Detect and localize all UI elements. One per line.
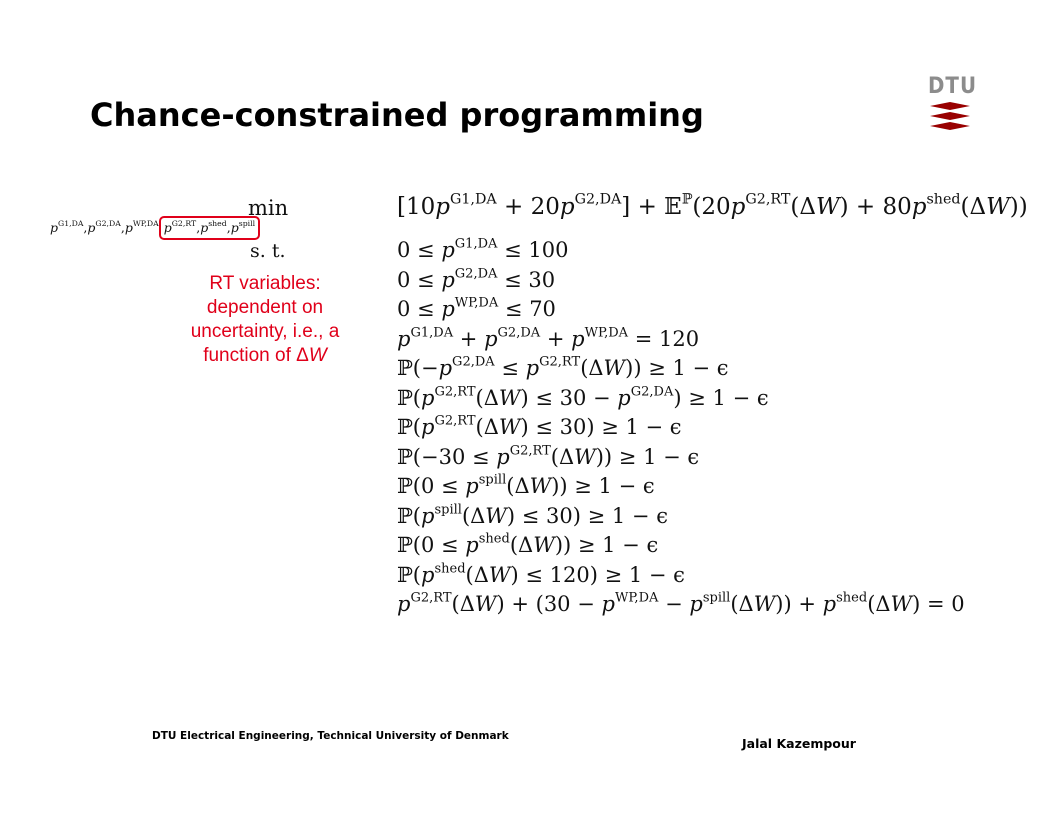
dtu-chevrons-icon	[930, 102, 970, 130]
objective-function: [10pG1,DA + 20pG2,DA] + 𝔼ℙ(20pG2,RT(ΔW) …	[397, 191, 1028, 220]
footer-author: Jalal Kazempour	[742, 736, 856, 751]
real-time-variables: pG2,RT,pshed,pspill	[163, 219, 256, 235]
logo-chevron	[930, 122, 970, 130]
constraint: ℙ(pshed(ΔW) ≤ 120) ≥ 1 − ϵ	[397, 560, 685, 587]
constraint: 0 ≤ pG2,DA ≤ 30	[397, 265, 556, 292]
constraint: 0 ≤ pWP,DA ≤ 70	[397, 295, 556, 321]
rt-variables-annotation: RT variables: dependent on uncertainty, …	[160, 272, 370, 368]
annotation-line: function of ΔW	[203, 345, 327, 366]
subject-to-label: s. t.	[250, 240, 286, 262]
day-ahead-variables: pG1,DA,pG2,DA,pWP,DA	[50, 219, 159, 235]
optimization-operator: min pG1,DA,pG2,DA,pWP,DA pG2,RT,pshed,psp…	[50, 196, 390, 266]
annotation-line: RT variables:	[209, 273, 321, 294]
constraint: pG1,DA + pG2,DA + pWP,DA = 120	[397, 324, 700, 351]
constraint: ℙ(−30 ≤ pG2,RT(ΔW)) ≥ 1 − ϵ	[397, 442, 700, 469]
dtu-logo-text: DTU	[928, 74, 978, 99]
constraint: pG2,RT(ΔW) + (30 − pWP,DA − pspill(ΔW)) …	[397, 590, 965, 616]
constraint: ℙ(−pG2,DA ≤ pG2,RT(ΔW)) ≥ 1 − ϵ	[397, 354, 729, 380]
constraint: ℙ(pspill(ΔW) ≤ 30) ≥ 1 − ϵ	[397, 501, 668, 528]
constraint: ℙ(pG2,RT(ΔW) ≤ 30 − pG2,DA) ≥ 1 − ϵ	[397, 383, 769, 410]
logo-chevron	[930, 102, 970, 110]
dtu-logo: DTU	[928, 74, 978, 132]
footer-institution: DTU Electrical Engineering, Technical Un…	[152, 730, 509, 742]
slide-title: Chance-constrained programming	[90, 96, 704, 134]
logo-chevron	[930, 112, 970, 120]
constraint: ℙ(0 ≤ pshed(ΔW)) ≥ 1 − ϵ	[397, 531, 659, 557]
constraint-list: 0 ≤ pG1,DA ≤ 100 0 ≤ pG2,DA ≤ 30 0 ≤ pWP…	[397, 236, 965, 620]
decision-variables: pG1,DA,pG2,DA,pWP,DA pG2,RT,pshed,pspill	[50, 216, 261, 240]
constraint: 0 ≤ pG1,DA ≤ 100	[397, 236, 569, 262]
constraint: ℙ(pG2,RT(ΔW) ≤ 30) ≥ 1 − ϵ	[397, 413, 682, 439]
annotation-line: uncertainty, i.e., a	[190, 321, 340, 342]
constraint: ℙ(0 ≤ pspill(ΔW)) ≥ 1 − ϵ	[397, 472, 655, 498]
annotation-line: dependent on	[206, 297, 324, 318]
real-time-variables-highlight: pG2,RT,pshed,pspill	[158, 216, 261, 240]
